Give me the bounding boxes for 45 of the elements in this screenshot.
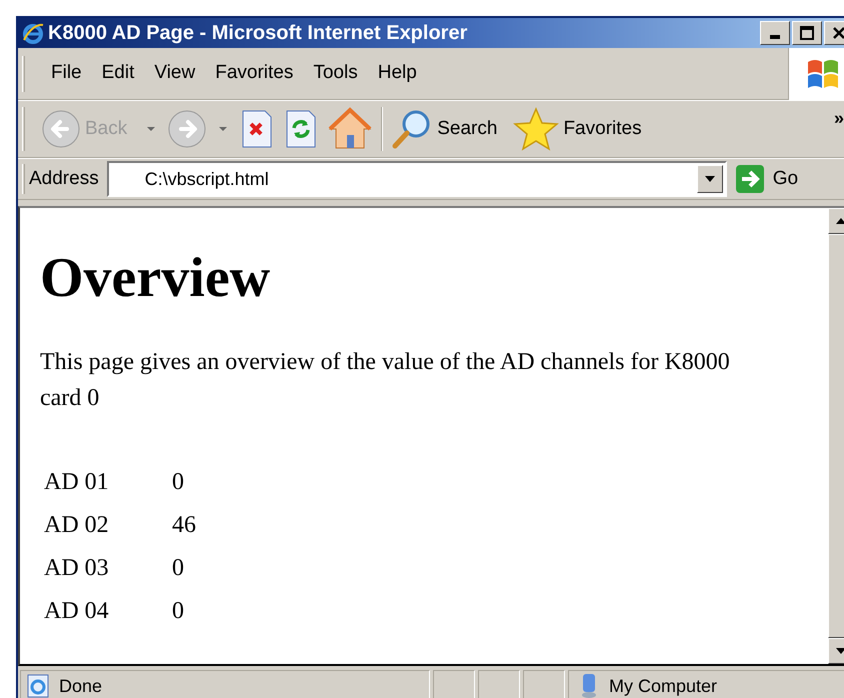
minimize-button[interactable] (760, 21, 790, 45)
channel-cell: AD 02 (40, 503, 172, 546)
maximize-button[interactable] (792, 21, 822, 45)
house-icon (327, 107, 374, 151)
value-cell-text: 0 (172, 468, 185, 496)
status-pane (433, 670, 475, 698)
up-arrow-icon (836, 218, 844, 224)
channel-cell-text: AD 04 (43, 596, 110, 626)
page-icon (25, 673, 51, 698)
status-pane (478, 670, 520, 698)
channel-cell-text: AD 03 (43, 554, 110, 582)
caret-icon (219, 126, 228, 132)
menu-item[interactable]: File (45, 59, 88, 88)
favorites-button[interactable]: Favorites (509, 105, 654, 153)
maximize-icon (800, 26, 814, 40)
close-icon (832, 26, 844, 40)
search-button[interactable]: Search (387, 105, 510, 153)
value-cell-text: 0 (172, 596, 185, 626)
menu-item[interactable]: View (148, 59, 202, 88)
window-title: K8000 AD Page - Microsoft Internet Explorer (48, 21, 468, 46)
menu-item[interactable]: Favorites (209, 59, 300, 88)
arrow-right-icon (734, 164, 765, 194)
toolbar-overflow-button[interactable]: » (834, 105, 844, 132)
address-field[interactable]: C:\vbscript.html (106, 161, 727, 197)
zone-text: My Computer (609, 674, 718, 698)
page-heading: Overview (40, 250, 272, 306)
channel-cell-text: AD 01 (43, 468, 110, 496)
value-cell-text: 0 (172, 554, 185, 582)
caret-icon (704, 176, 715, 182)
go-button[interactable]: Go (734, 164, 798, 194)
caret-icon (147, 126, 156, 132)
browser-logo-icon (22, 22, 44, 44)
down-arrow-icon (836, 648, 844, 654)
status-pane (523, 670, 565, 698)
address-label: Address (29, 166, 99, 191)
menu-item[interactable]: Edit (96, 59, 140, 88)
dropdown-button[interactable] (696, 165, 723, 193)
menu-item[interactable]: Tools (307, 59, 364, 88)
intro-paragraph: This page gives an overview of the value of the AD channels for K8000 card 0 (40, 348, 731, 413)
minimize-icon (770, 35, 780, 39)
menu-item[interactable]: Help (372, 59, 423, 88)
status-text: Done (59, 674, 102, 698)
star-icon (513, 107, 560, 151)
flag-logo-icon (806, 58, 840, 90)
value-cell-text: 46 (172, 510, 196, 540)
